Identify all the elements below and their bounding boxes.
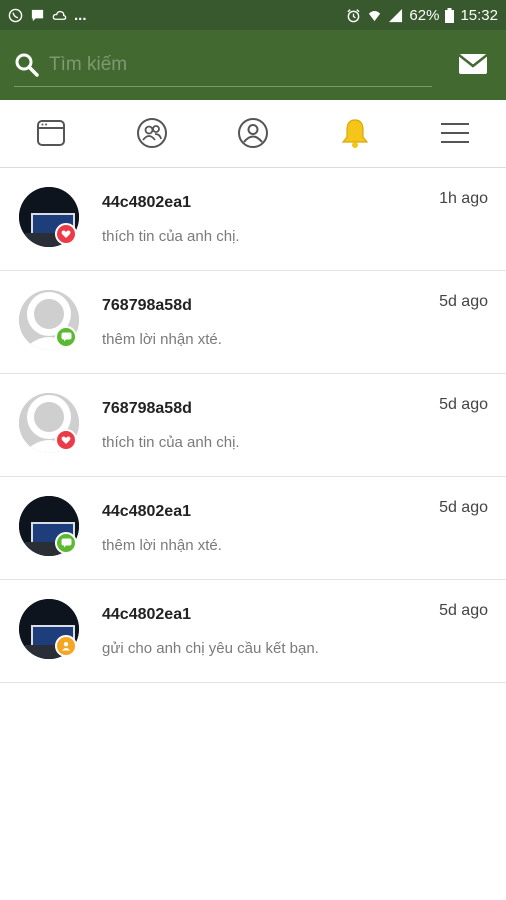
bell-icon	[341, 119, 369, 148]
tab-feed[interactable]	[34, 116, 68, 150]
battery-percent: 62%	[409, 6, 440, 24]
notification-message: thêm lời nhận xté.	[102, 331, 222, 348]
notification-row[interactable]: 768798a58d 5d ago thích tin của anh chị.	[0, 374, 506, 477]
friends-icon	[137, 118, 167, 148]
tab-menu[interactable]	[438, 116, 472, 150]
tab-notifications[interactable]	[338, 116, 372, 150]
notification-time: 5d ago	[439, 396, 488, 413]
tab-friends[interactable]	[135, 116, 169, 150]
heart-badge-icon	[55, 223, 77, 245]
status-dots: ...	[74, 6, 87, 24]
comment-badge-icon	[55, 532, 77, 554]
notification-user[interactable]: 44c4802ea1	[102, 194, 191, 212]
notification-user[interactable]: 768798a58d	[102, 297, 192, 315]
wifi-icon	[369, 10, 381, 21]
message-icon	[31, 9, 44, 21]
notification-time: 5d ago	[439, 293, 488, 310]
tab-bar	[0, 100, 506, 168]
comment-badge-icon	[55, 326, 77, 348]
notification-row[interactable]: 44c4802ea1 5d ago thêm lời nhận xté.	[0, 477, 506, 580]
notification-time: 1h ago	[439, 190, 488, 207]
viber-icon	[8, 8, 23, 22]
feed-icon	[37, 120, 65, 146]
notification-row[interactable]: 44c4802ea1 1h ago thích tin của anh chị.	[0, 168, 506, 271]
notification-user[interactable]: 44c4802ea1	[102, 503, 191, 521]
notification-message: thích tin của anh chị.	[102, 434, 240, 451]
alarm-icon	[347, 8, 361, 22]
notification-user[interactable]: 768798a58d	[102, 400, 192, 418]
battery-icon	[445, 7, 455, 23]
search-input[interactable]	[49, 50, 429, 80]
notification-row[interactable]: 44c4802ea1 5d ago gửi cho anh chị yêu cầ…	[0, 580, 506, 683]
friend-badge-icon	[55, 635, 77, 657]
status-bar: ... 62% 15:32	[0, 0, 506, 30]
search-underline	[14, 86, 432, 87]
menu-icon	[441, 123, 469, 143]
notification-message: gửi cho anh chị yêu cầu kết bạn.	[102, 640, 319, 657]
tab-profile[interactable]	[236, 116, 270, 150]
profile-icon	[238, 118, 268, 148]
search-icon[interactable]	[14, 52, 40, 78]
notification-list: 44c4802ea1 1h ago thích tin của anh chị.…	[0, 168, 506, 683]
signal-icon	[389, 8, 403, 22]
notification-user[interactable]: 44c4802ea1	[102, 606, 191, 624]
notification-time: 5d ago	[439, 602, 488, 619]
heart-badge-icon	[55, 429, 77, 451]
notification-message: thích tin của anh chị.	[102, 228, 240, 245]
cloud-icon	[52, 10, 67, 20]
mail-icon[interactable]	[458, 52, 488, 76]
search-header	[0, 30, 506, 100]
notification-time: 5d ago	[439, 499, 488, 516]
notification-row[interactable]: 768798a58d 5d ago thêm lời nhận xté.	[0, 271, 506, 374]
notification-message: thêm lời nhận xté.	[102, 537, 222, 554]
clock-time: 15:32	[460, 6, 498, 24]
